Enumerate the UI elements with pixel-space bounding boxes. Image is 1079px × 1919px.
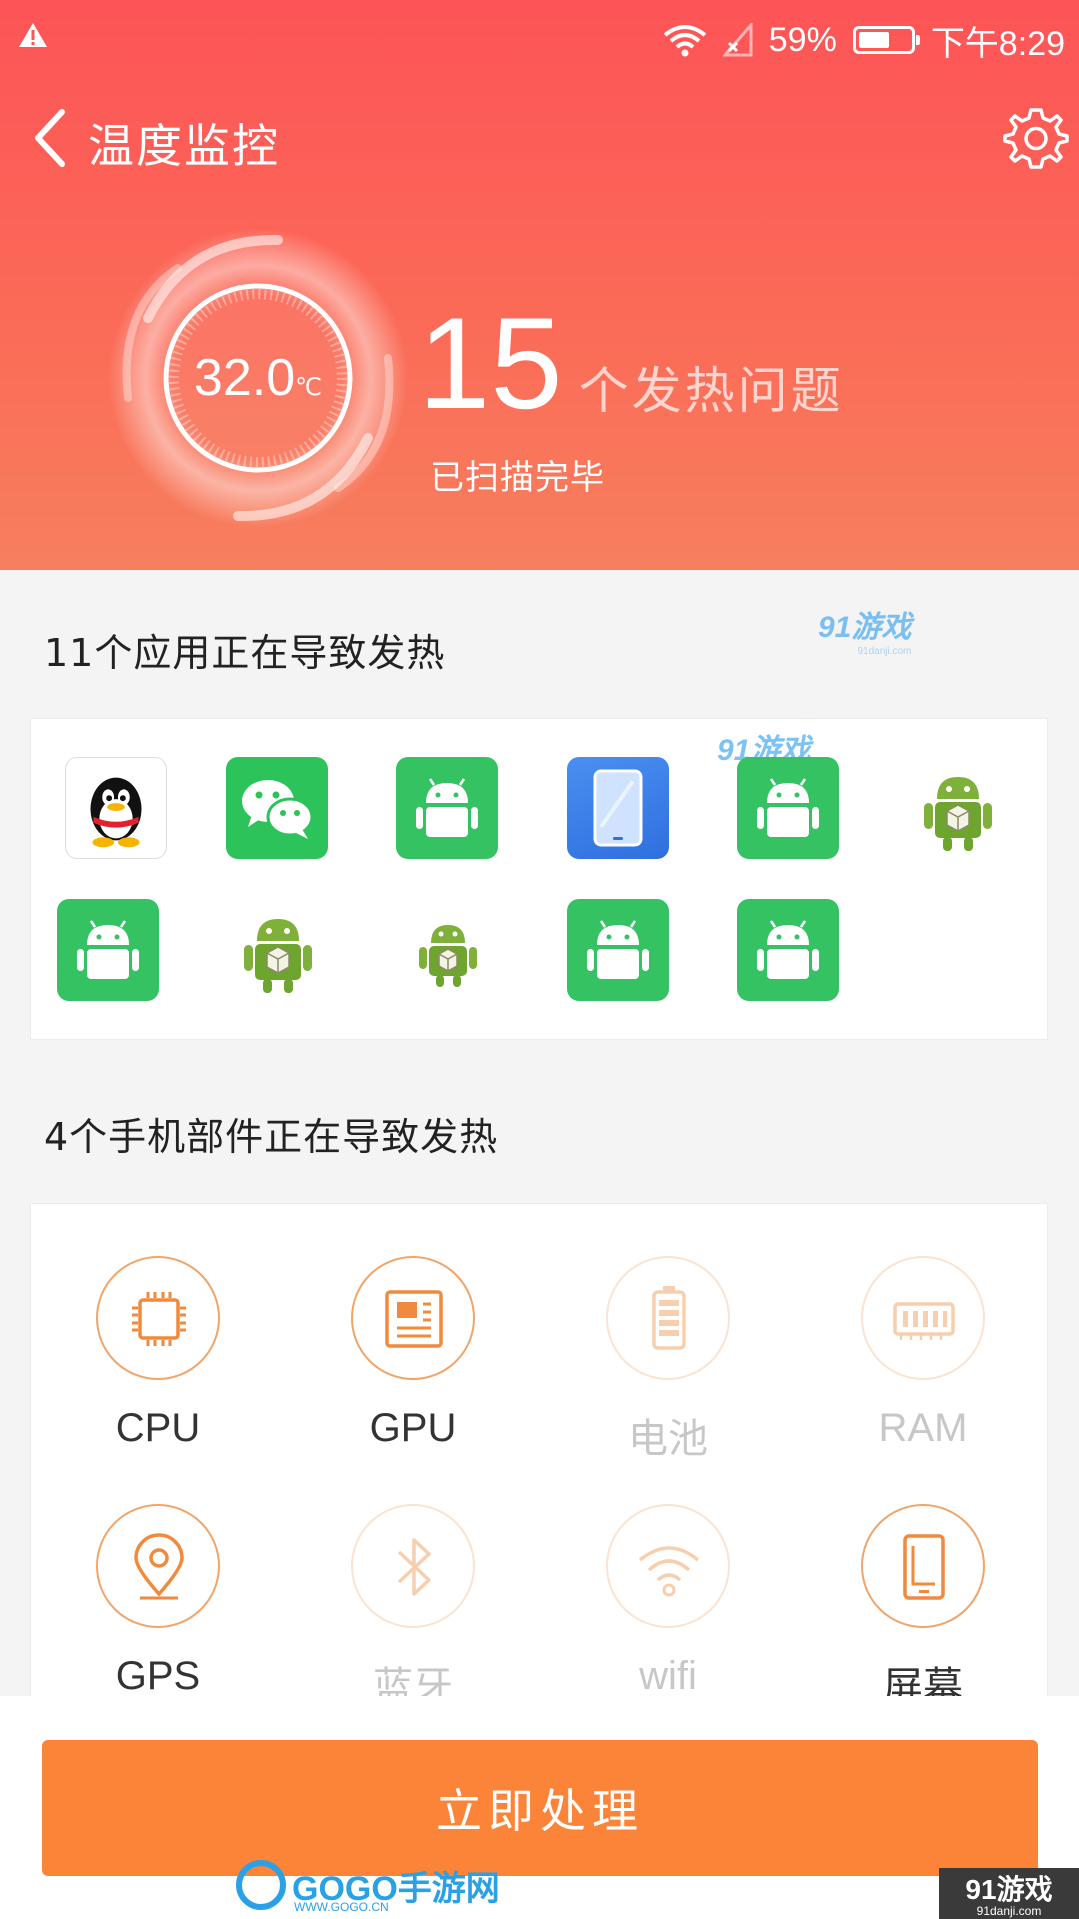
- app-android-3[interactable]: [57, 899, 159, 1001]
- watermark-91-text: 91游戏: [965, 1874, 1053, 1905]
- apps-section-title: 11个应用正在导致发热: [44, 631, 446, 675]
- app-android-5[interactable]: [737, 899, 839, 1001]
- android-robot-icon: [419, 925, 477, 987]
- tablet-app-icon: [593, 769, 643, 847]
- temperature-unit: ℃: [295, 373, 323, 401]
- app-android-1[interactable]: [396, 757, 498, 859]
- part-screen[interactable]: 屏幕: [823, 1504, 1023, 1712]
- app-tablet[interactable]: [567, 757, 669, 859]
- screen-icon: [903, 1534, 945, 1600]
- part-label-battery: 电池: [628, 1417, 708, 1461]
- status-bar: 59% 下午8:29: [0, 0, 1079, 80]
- app-android-robot-1[interactable]: [907, 757, 1009, 859]
- gpu-icon: [385, 1290, 443, 1348]
- back-icon[interactable]: [26, 106, 76, 170]
- battery-icon: [852, 26, 920, 54]
- watermark-gogo-url: WWW.GOGO.CN: [294, 1900, 389, 1914]
- handle-now-button[interactable]: 立即处理: [42, 1740, 1038, 1876]
- watermark-91-top-url: 91danji.com: [857, 646, 912, 657]
- android-app-icon: [587, 920, 649, 979]
- android-robot-icon: [244, 919, 312, 993]
- part-label-wifi: wifi: [639, 1654, 697, 1698]
- wechat-icon: [242, 780, 314, 839]
- page-title: 温度监控: [88, 119, 280, 173]
- part-label-gps: GPS: [115, 1654, 201, 1698]
- bluetooth-icon: [397, 1538, 431, 1596]
- part-label-gpu: GPU: [369, 1406, 457, 1450]
- parts-card: CPU GPU 电池 RAM GPS 蓝牙 wifi 屏幕: [30, 1203, 1048, 1723]
- gogo-logo-icon: [236, 1860, 286, 1910]
- watermark-91-top: 91游戏 91danji.com: [818, 602, 911, 657]
- part-label-cpu: CPU: [115, 1406, 201, 1450]
- temperature-value: 32.0: [193, 349, 296, 407]
- wifi-icon: [663, 25, 706, 57]
- wifi-part-icon: [638, 1546, 700, 1597]
- status-time: 下午8:29: [930, 24, 1065, 63]
- issue-count: 15: [418, 290, 563, 436]
- issue-summary: 15 个发热问题: [418, 298, 844, 428]
- part-label-ram: RAM: [878, 1406, 968, 1450]
- scan-status: 已扫描完毕: [430, 458, 605, 498]
- temperature-gauge: 32.0 ℃: [108, 228, 408, 528]
- android-app-icon: [416, 778, 478, 837]
- app-wechat[interactable]: [226, 757, 328, 859]
- issue-label: 个发热问题: [578, 362, 844, 420]
- battery-part-icon: [652, 1286, 686, 1350]
- qq-icon: [90, 777, 142, 848]
- app-qq[interactable]: [65, 757, 167, 859]
- temperature-readout: 32.0 ℃: [108, 228, 408, 528]
- app-android-robot-3[interactable]: [397, 899, 499, 1001]
- watermark-91-top-text: 91游戏: [818, 611, 912, 644]
- cpu-icon: [132, 1292, 186, 1346]
- part-gpu[interactable]: GPU: [313, 1256, 513, 1451]
- part-battery[interactable]: 电池: [568, 1256, 768, 1464]
- header: 59% 下午8:29 温度监控 32.0 ℃ 15 个发热问题 已扫描完毕: [0, 0, 1079, 570]
- apps-card: 91游戏: [30, 718, 1048, 1040]
- android-robot-icon: [924, 777, 992, 851]
- part-ram[interactable]: RAM: [823, 1256, 1023, 1451]
- watermark-gogo: GOGO手游网 WWW.GOGO.CN: [236, 1860, 500, 1914]
- watermark-91: 91游戏 91danji.com: [939, 1868, 1079, 1919]
- title-bar: 温度监控: [0, 90, 1079, 185]
- part-gps[interactable]: GPS: [58, 1504, 258, 1699]
- part-bluetooth[interactable]: 蓝牙: [313, 1504, 513, 1712]
- part-wifi[interactable]: wifi: [568, 1504, 768, 1699]
- app-android-4[interactable]: [567, 899, 669, 1001]
- battery-percent: 59%: [768, 20, 837, 59]
- android-app-icon: [77, 920, 139, 979]
- watermark-91-url: 91danji.com: [976, 1904, 1042, 1918]
- signal-icon: [722, 23, 753, 57]
- android-app-icon: [757, 920, 819, 979]
- app-android-2[interactable]: [737, 757, 839, 859]
- part-cpu[interactable]: CPU: [58, 1256, 258, 1451]
- android-app-icon: [757, 778, 819, 837]
- gps-icon: [134, 1533, 184, 1600]
- app-android-robot-2[interactable]: [227, 899, 329, 1001]
- ram-icon: [893, 1302, 955, 1340]
- gear-icon[interactable]: [1003, 104, 1069, 170]
- warning-icon: [19, 23, 47, 47]
- parts-section-title: 4个手机部件正在导致发热: [44, 1115, 499, 1159]
